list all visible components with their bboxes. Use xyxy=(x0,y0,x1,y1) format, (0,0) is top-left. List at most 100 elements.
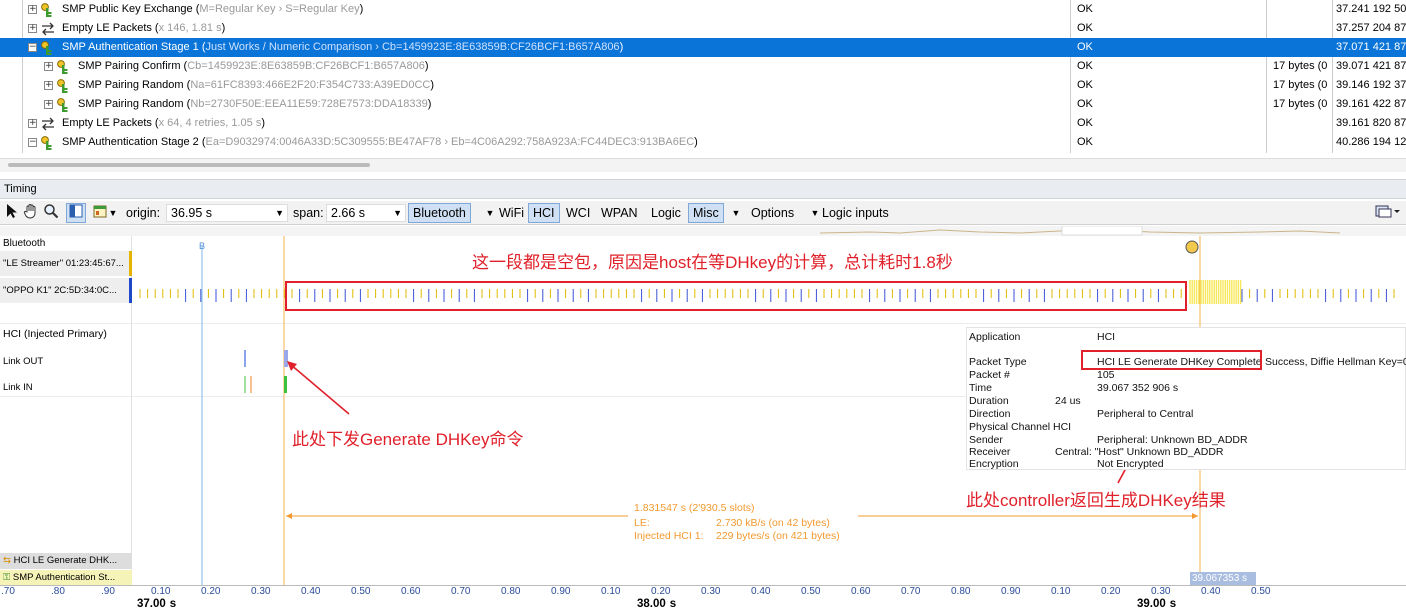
link-in-packet xyxy=(284,376,287,393)
annotation-box-empty-packets xyxy=(285,281,1187,311)
axis-major-tick: 37.00 s xyxy=(137,598,176,610)
axis-tick: .80 xyxy=(51,586,65,597)
filter-hci-button[interactable]: HCI xyxy=(528,203,560,223)
info-label-physical-channel: Physical Channel xyxy=(969,421,1051,433)
filter-options-button[interactable]: Options xyxy=(747,203,798,223)
packet-row[interactable]: + SMP Pairing Confirm (Cb=1459923E:8E6385… xyxy=(0,57,1406,76)
info-label-sender: Sender xyxy=(969,434,1003,446)
packet-paren-open: ( xyxy=(198,136,206,148)
expand-toggle-icon[interactable]: + xyxy=(28,5,37,14)
zoom-icon[interactable] xyxy=(41,203,61,223)
packet-title: Empty LE Packets xyxy=(62,117,152,129)
filter-logic-inputs-button[interactable]: Logic inputs xyxy=(818,203,893,223)
cursor-handle-icon[interactable] xyxy=(1185,240,1199,254)
span-measure-duration: 1.831547 s (2'930.5 slots) xyxy=(634,502,755,514)
packet-detail: x 64, 4 retries, 1.05 s xyxy=(158,117,262,129)
axis-tick: 0.90 xyxy=(551,586,571,597)
expand-toggle-icon[interactable]: + xyxy=(44,62,53,71)
hand-icon[interactable] xyxy=(21,203,41,223)
measure-arrowhead-left xyxy=(286,513,292,519)
scrollbar-thumb[interactable] xyxy=(8,163,370,167)
packet-info-panel: Application HCI Packet Type HCI LE Gener… xyxy=(966,327,1406,470)
filter-misc-button[interactable]: Misc xyxy=(688,203,724,223)
marker-b-label: B xyxy=(199,241,205,251)
packet-row[interactable]: + SMP Pairing Random (Nb=2730F50E:EEA11E5… xyxy=(0,95,1406,114)
packet-detail: x 146, 1.81 s xyxy=(158,22,222,34)
filter-wifi-button[interactable]: WiFi xyxy=(495,203,528,223)
key-icon xyxy=(40,135,56,151)
info-value-time: 39.067 352 906 s xyxy=(1097,382,1179,394)
filter-logic-button[interactable]: Logic xyxy=(647,203,685,223)
packet-name: Empty LE Packets (x 146, 1.81 s) xyxy=(62,19,225,38)
packet-time: 39.161 820 87 xyxy=(1336,117,1406,129)
packet-paren-close: ) xyxy=(424,60,429,72)
packet-paren-close: ) xyxy=(427,98,432,110)
packet-title: SMP Authentication Stage 1 xyxy=(62,41,199,53)
info-value-packet-type-extra: Success, Diffie Hellman Key=0 xyxy=(1265,356,1406,368)
info-label-encryption: Encryption xyxy=(969,458,1019,470)
axis-major-value: 38.00 xyxy=(637,598,666,610)
info-label-packet-number: Packet # xyxy=(969,369,1010,381)
axis-tick: 0.30 xyxy=(1151,586,1171,597)
origin-input[interactable]: 36.95 s ▼ xyxy=(166,204,288,222)
info-value-application: HCI xyxy=(1097,331,1116,343)
export-icon[interactable] xyxy=(1372,203,1402,223)
expand-toggle-icon[interactable]: − xyxy=(28,43,37,52)
span-value: 2.66 s xyxy=(331,206,366,220)
expand-toggle-icon[interactable]: + xyxy=(44,100,53,109)
timing-panel-header: Timing xyxy=(0,179,1406,199)
packet-paren-close: ) xyxy=(694,136,698,148)
packet-status: OK xyxy=(1077,60,1093,72)
filter-wpan-button[interactable]: WPAN xyxy=(597,203,642,223)
packet-length: 17 bytes (0 xyxy=(1273,98,1328,110)
expand-toggle-icon[interactable]: + xyxy=(44,81,53,90)
packet-time: 37.071 421 87 xyxy=(1336,41,1406,53)
axis-major-tick: 39.00 s xyxy=(1137,598,1176,610)
axis-tick: 0.20 xyxy=(651,586,671,597)
packet-paren-close: ) xyxy=(359,3,364,15)
info-value-encryption: Not Encrypted xyxy=(1097,458,1164,470)
expand-toggle-icon[interactable]: − xyxy=(28,138,37,147)
packet-row[interactable]: + Empty LE Packets (x 64, 4 retries, 1.05… xyxy=(0,114,1406,133)
axis-tick: 0.40 xyxy=(301,586,321,597)
timing-toolbar: ▼ origin: 36.95 s ▼ span: 2.66 s ▼ Bluet… xyxy=(0,201,1406,225)
info-value-sender: Peripheral: Unknown BD_ADDR xyxy=(1097,434,1248,446)
axis-tick: 0.80 xyxy=(951,586,971,597)
packet-title: SMP Pairing Random xyxy=(78,79,184,91)
info-value-physical-channel: HCI xyxy=(1053,421,1072,433)
packet-paren-open: ( xyxy=(151,117,159,129)
cursor-time-label: 39.067353 s xyxy=(1190,572,1256,586)
axis-tick: 0.70 xyxy=(901,586,921,597)
packet-row[interactable]: + SMP Public Key Exchange (M=Regular Key … xyxy=(0,0,1406,19)
key-icon xyxy=(40,2,56,18)
info-value-duration: 24 us xyxy=(1055,395,1081,407)
info-label-time: Time xyxy=(969,382,992,394)
span-input[interactable]: 2.66 s ▼ xyxy=(326,204,406,222)
expand-toggle-icon[interactable]: + xyxy=(28,24,37,33)
chevron-down-icon[interactable]: ▼ xyxy=(275,205,284,221)
packet-row[interactable]: + Empty LE Packets (x 146, 1.81 s) OK 37.25… xyxy=(0,19,1406,38)
horizontal-scrollbar[interactable] xyxy=(0,158,1406,172)
expand-toggle-icon[interactable]: + xyxy=(28,119,37,128)
chevron-down-icon[interactable]: ▼ xyxy=(393,205,402,221)
span-measure-le-label: LE: xyxy=(634,517,650,529)
packet-paren-close: ) xyxy=(221,22,226,34)
filter-bluetooth-button[interactable]: Bluetooth xyxy=(408,203,471,223)
pointer-icon[interactable] xyxy=(2,203,22,223)
filter-wci-button[interactable]: WCI xyxy=(562,203,594,223)
packet-row[interactable]: − SMP Authentication Stage 2 (Ea=D9032974… xyxy=(0,133,1406,152)
packet-row[interactable]: − SMP Authentication Stage 1 (Just Works … xyxy=(0,38,1406,57)
panel-icon[interactable] xyxy=(66,203,86,223)
time-axis[interactable]: .70 .80 .90 0.10 0.20 0.30 0.40 0.50 0.60 0.70 0.8… xyxy=(0,585,1406,613)
packet-name: SMP Pairing Confirm (Cb=1459923E:8E63859… xyxy=(78,57,429,76)
axis-tick: 0.40 xyxy=(1201,586,1221,597)
packet-title: SMP Authentication Stage 2 xyxy=(62,136,199,148)
packet-time: 39.071 421 87 xyxy=(1336,60,1406,72)
packet-status: OK xyxy=(1077,3,1093,15)
annotation-right: 此处controller返回生成DHKey结果 xyxy=(966,491,1226,510)
packet-name: Empty LE Packets (x 64, 4 retries, 1.05 … xyxy=(62,114,265,133)
packet-row[interactable]: + SMP Pairing Random (Na=61FC8393:466E2F2… xyxy=(0,76,1406,95)
arrows-icon xyxy=(40,21,56,37)
chevron-down-icon[interactable]: ▼ xyxy=(730,203,742,223)
layout-dropdown-arrow[interactable]: ▼ xyxy=(107,203,119,223)
